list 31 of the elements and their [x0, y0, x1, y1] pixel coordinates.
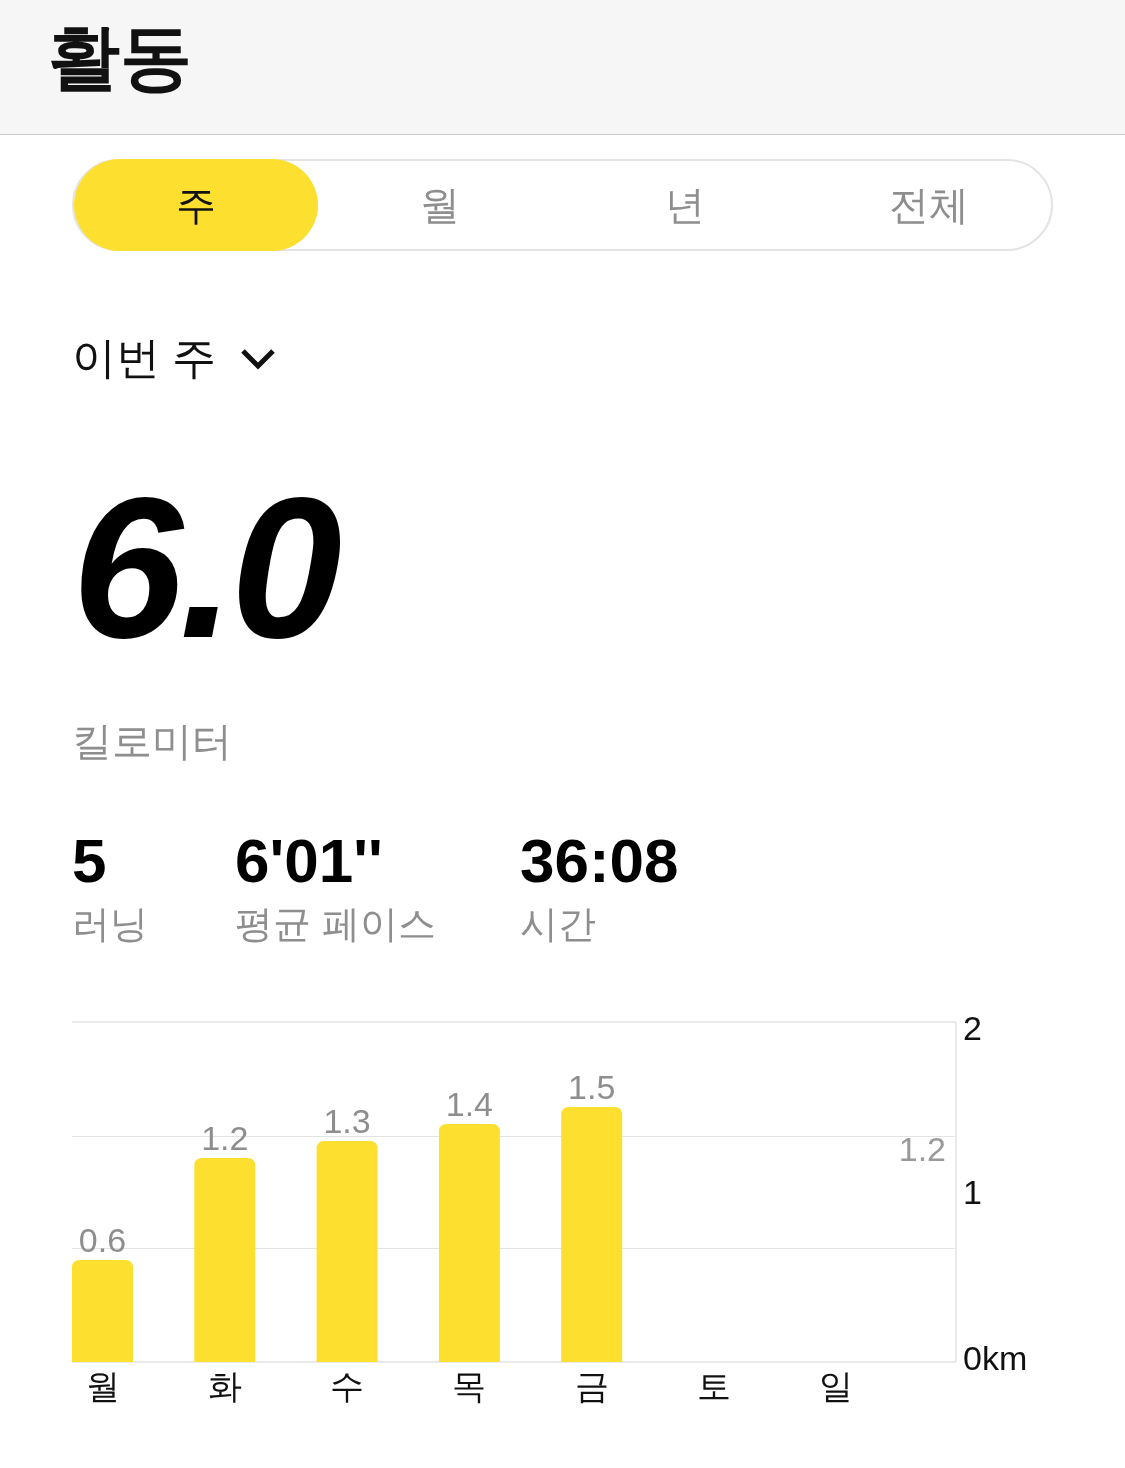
- period-tab[interactable]: 년: [562, 159, 807, 251]
- axis-label: 0km: [963, 1339, 1028, 1378]
- day-label: 수: [330, 1367, 365, 1406]
- stat-label: 러닝: [72, 902, 148, 948]
- stat-label: 평균 페이스: [235, 902, 436, 948]
- page-title: 활동: [48, 16, 192, 99]
- day-label: 금: [574, 1367, 609, 1406]
- axis-label: 2: [963, 1009, 982, 1048]
- bar-value-label: 1.3: [323, 1102, 371, 1141]
- bar-value-label: 1.2: [201, 1119, 249, 1158]
- stat-value: 36:08: [520, 827, 679, 896]
- day-label: 월: [85, 1367, 120, 1406]
- week-dropdown[interactable]: 이번 주: [72, 329, 277, 388]
- distance-unit: 킬로미터: [72, 718, 232, 765]
- chevron-down-icon: [240, 346, 277, 371]
- day-label: 화: [207, 1367, 242, 1406]
- day-label: 일: [819, 1367, 854, 1406]
- period-tab[interactable]: 주: [74, 159, 319, 251]
- bar-value-label: 0.6: [78, 1221, 127, 1260]
- period-tab[interactable]: 전체: [806, 159, 1051, 251]
- stat-label: 시간: [520, 902, 596, 948]
- stat-value: 5: [72, 827, 107, 896]
- day-label: 목: [452, 1367, 487, 1406]
- bar-value-label: 1.4: [445, 1085, 494, 1124]
- period-tab[interactable]: 월: [318, 159, 563, 251]
- day-label: 토: [697, 1367, 731, 1406]
- stat-value: 6'01'': [235, 827, 383, 896]
- total-distance: 6.0: [72, 468, 339, 668]
- bar-value-label: 1.5: [568, 1068, 616, 1107]
- axis-label: 1: [963, 1173, 982, 1212]
- average-label: 1.2: [898, 1130, 946, 1169]
